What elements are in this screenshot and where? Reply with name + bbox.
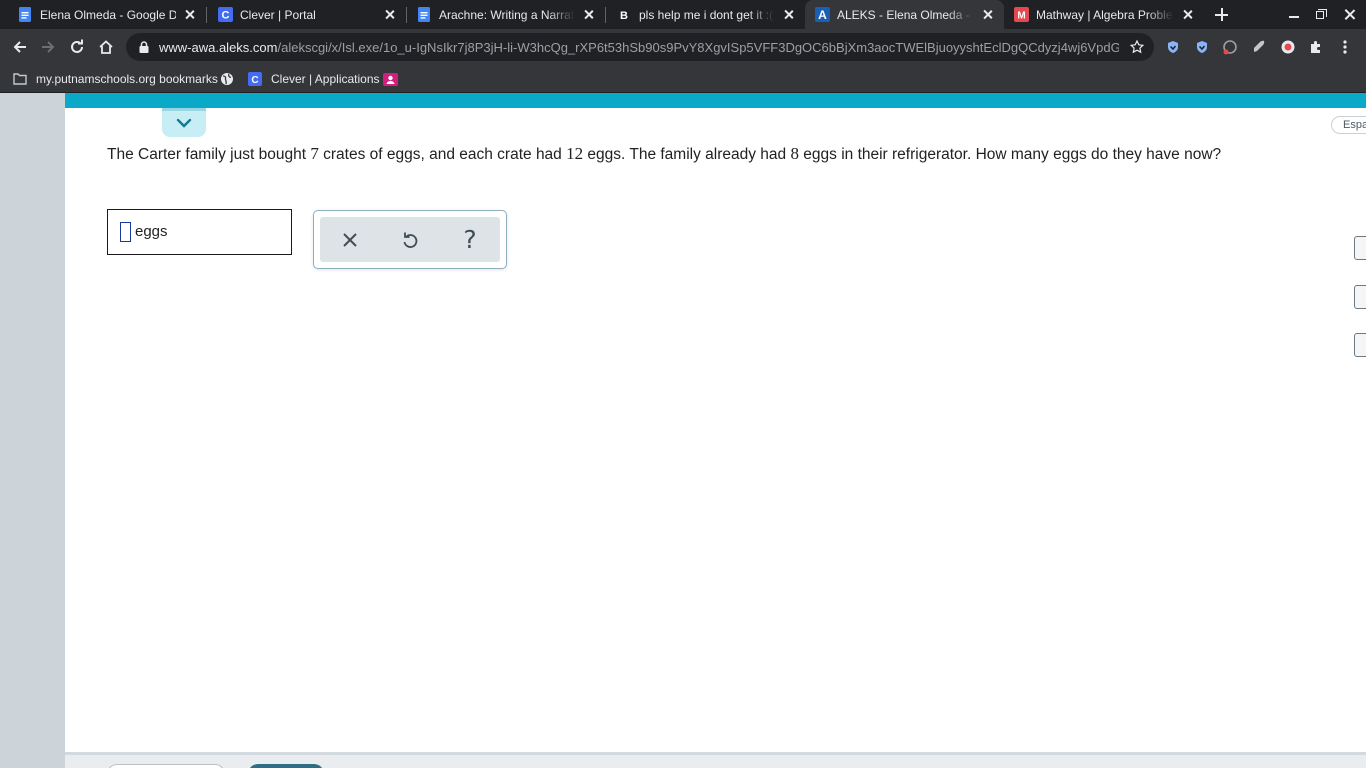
keypad-button-group: ? [320, 217, 500, 262]
url-host: www-awa.aleks.com [159, 39, 278, 55]
clever-icon: C [217, 7, 233, 23]
question-part: crates of eggs, and each crate had [318, 146, 567, 163]
tab-aleks[interactable]: A ALEKS - Elena Olmeda - Learn [805, 0, 1004, 29]
tab-close-icon[interactable] [382, 7, 398, 23]
extensions-puzzle-icon[interactable] [1305, 36, 1327, 58]
forward-button[interactable] [34, 33, 62, 61]
undo-button[interactable] [380, 217, 440, 262]
question-part: The Carter family just bought [107, 146, 311, 163]
tab-google-docs[interactable]: Elena Olmeda - Google Docs [0, 0, 206, 29]
bookmarks-bar: my.putnamschools.org bookmarks C Clever … [0, 65, 1366, 93]
bookmark-label: Clever | Applications [271, 72, 380, 86]
collapse-toggle-button[interactable] [162, 108, 206, 137]
footer-primary-button[interactable] [248, 764, 324, 768]
help-button[interactable]: ? [440, 217, 500, 262]
lock-icon [139, 41, 149, 53]
clear-button[interactable] [320, 217, 380, 262]
chevron-down-icon [176, 118, 192, 128]
bookmark-label: my.putnamschools.org bookmarks [36, 72, 218, 86]
reload-icon [71, 39, 83, 53]
question-number-eggs-per-crate: 12 [566, 144, 584, 163]
reload-button[interactable] [63, 33, 91, 61]
url-text: www-awa.aleks.com/alekscgi/x/Isl.exe/1o_… [159, 40, 1119, 55]
google-docs-icon [17, 7, 33, 23]
tab-close-icon[interactable] [1180, 7, 1196, 23]
question-number-crates: 7 [310, 144, 319, 163]
aleks-footer [65, 752, 1366, 768]
footer-secondary-button[interactable] [107, 764, 225, 768]
extension-shield-icon[interactable] [1162, 36, 1184, 58]
aleks-page: Espa The Carter family just bought 7 cra… [0, 93, 1366, 768]
tab-arachne-narrative[interactable]: Arachne: Writing a Narrative [399, 0, 605, 29]
back-arrow-icon [13, 41, 26, 53]
extension-rocket-icon[interactable] [1248, 36, 1270, 58]
svg-text:C: C [251, 75, 258, 86]
tab-close-icon[interactable] [581, 7, 597, 23]
globe-icon [219, 71, 235, 87]
address-bar[interactable]: www-awa.aleks.com/alekscgi/x/Isl.exe/1o_… [126, 33, 1154, 61]
tab-close-icon[interactable] [980, 7, 996, 23]
minimize-window-button[interactable] [1280, 0, 1308, 29]
extension-record-icon[interactable] [1277, 36, 1299, 58]
help-label: ? [463, 225, 477, 254]
tab-title: Elena Olmeda - Google Docs [40, 7, 176, 22]
answer-keypad: ? [313, 210, 507, 269]
close-window-button[interactable] [1336, 0, 1364, 29]
bookmark-profile[interactable] [382, 70, 406, 88]
tab-title: Mathway | Algebra Problem S [1036, 7, 1174, 22]
bookmark-folder-putnamschools[interactable]: my.putnamschools.org bookmarks [12, 70, 218, 88]
svg-text:M: M [1017, 11, 1025, 22]
brainly-icon: B [616, 7, 632, 23]
aleks-header-bar [65, 93, 1366, 108]
tab-close-icon[interactable] [182, 7, 198, 23]
svg-text:A: A [818, 8, 827, 22]
tab-title: pls help me i dont get it :( - Br [639, 7, 775, 22]
mathway-icon: M [1013, 7, 1029, 23]
language-toggle-button[interactable]: Espa [1331, 116, 1366, 134]
google-docs-icon [416, 7, 432, 23]
undo-icon [403, 232, 418, 248]
message-tool-icon[interactable] [1354, 333, 1366, 357]
calculator-tool-icon[interactable] [1354, 236, 1366, 260]
answer-unit-label: eggs [135, 223, 168, 240]
forward-arrow-icon [42, 41, 55, 53]
question-part: eggs. The family already had [583, 146, 791, 163]
tab-brainly-question[interactable]: B pls help me i dont get it :( - Br [599, 0, 805, 29]
svg-text:C: C [221, 10, 229, 22]
left-rail [0, 93, 65, 768]
extension-shield-icon[interactable] [1191, 36, 1213, 58]
new-tab-button[interactable] [1211, 4, 1232, 25]
tab-title: Arachne: Writing a Narrative [439, 7, 575, 22]
home-button[interactable] [92, 33, 120, 61]
tab-close-icon[interactable] [781, 7, 797, 23]
tab-title: Clever | Portal [240, 7, 316, 22]
aleks-icon: A [814, 7, 830, 23]
home-icon [99, 40, 113, 54]
question-text: The Carter family just bought 7 crates o… [107, 142, 1297, 167]
answer-input-cursor[interactable] [120, 222, 131, 242]
profile-bookmark-icon [382, 71, 398, 87]
url-path: /alekscgi/x/Isl.exe/1o_u-IgNsIkr7j8P3jH-… [277, 39, 1119, 55]
browser-toolbar: www-awa.aleks.com/alekscgi/x/Isl.exe/1o_… [0, 29, 1366, 65]
answer-input-field[interactable]: eggs [107, 209, 292, 255]
bookmark-clever-applications[interactable]: C Clever | Applications [247, 70, 380, 88]
clear-icon [343, 232, 357, 247]
browser-menu-kebab-icon[interactable] [1334, 36, 1356, 58]
clever-icon: C [247, 71, 263, 87]
svg-text:B: B [620, 10, 628, 22]
textbook-tool-icon[interactable] [1354, 285, 1366, 309]
question-number-eggs-already: 8 [790, 144, 799, 163]
tab-title: ALEKS - Elena Olmeda - Learn [837, 7, 974, 22]
tab-clever-portal[interactable]: C Clever | Portal [200, 0, 406, 29]
folder-icon [12, 71, 28, 87]
browser-tab-strip: Elena Olmeda - Google Docs C Clever | Po… [0, 0, 1366, 29]
restore-window-button[interactable] [1308, 0, 1336, 29]
question-part: eggs in their refrigerator. How many egg… [798, 146, 1222, 163]
extension-chat-icon[interactable] [1219, 36, 1241, 58]
back-button[interactable] [6, 33, 34, 61]
tab-mathway[interactable]: M Mathway | Algebra Problem S [1004, 0, 1204, 29]
bookmark-globe[interactable] [219, 70, 243, 88]
bookmark-star-icon[interactable] [1130, 40, 1144, 54]
